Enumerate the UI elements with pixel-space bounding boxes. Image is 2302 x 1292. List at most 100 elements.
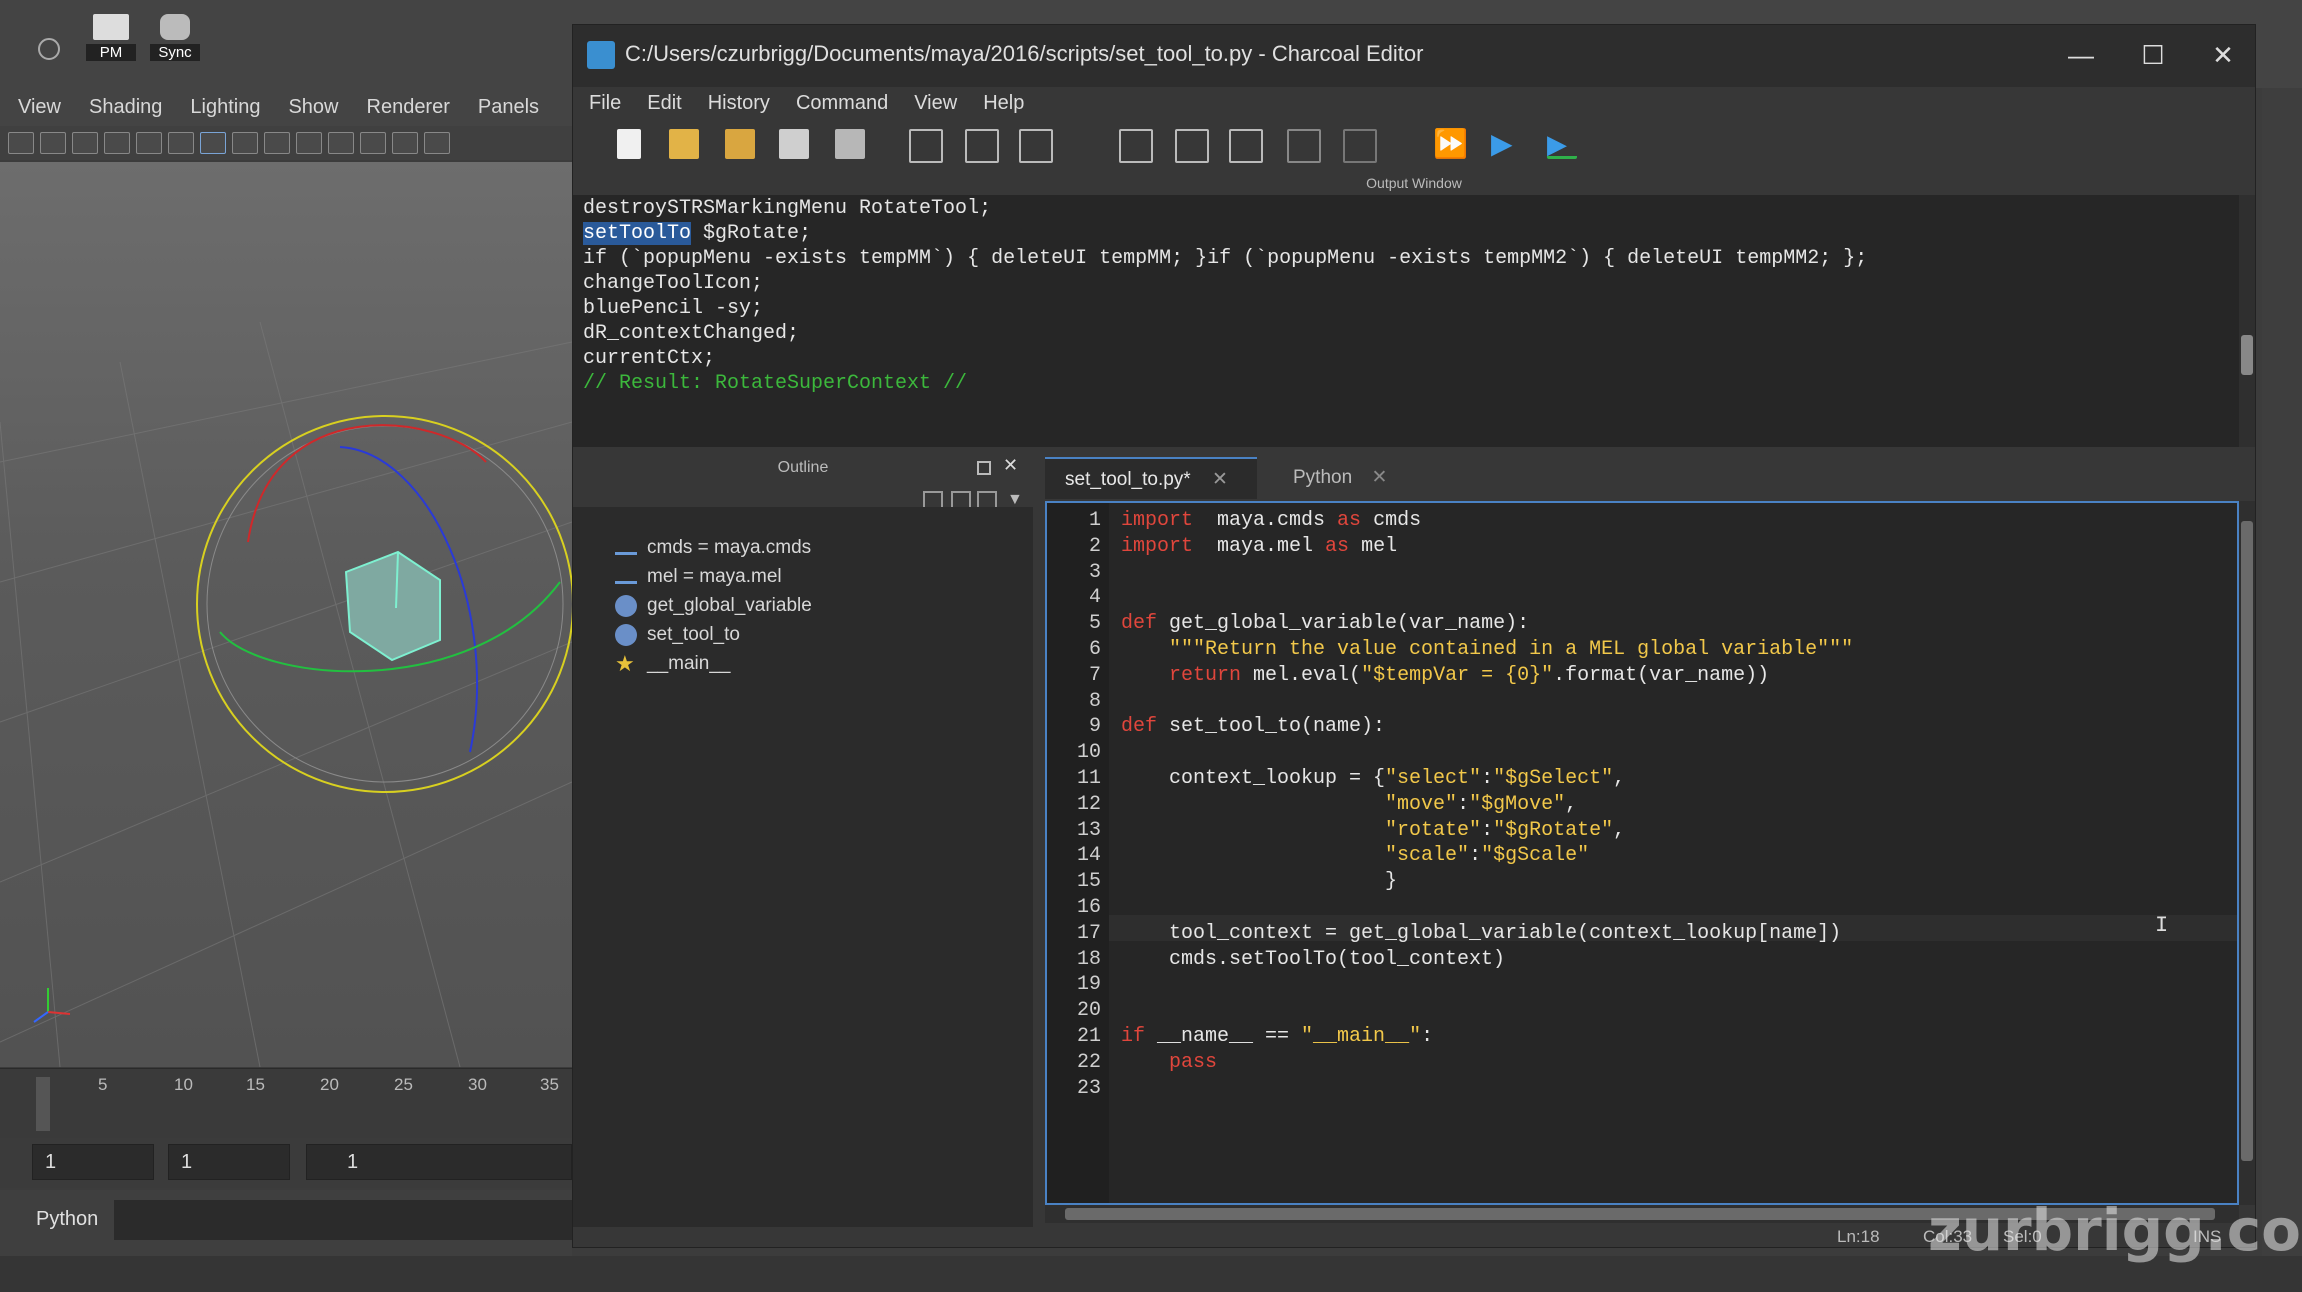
settings-icon[interactable] [38, 38, 60, 60]
code-line: context_lookup = {"select":"$gSelect", [1121, 767, 1625, 790]
menu-view[interactable]: View [18, 96, 61, 119]
film-gate-icon[interactable] [232, 132, 258, 154]
outline-item-label: __main__ [647, 653, 731, 674]
code-line: import maya.mel as mel [1121, 535, 1397, 558]
outline-item-label: set_tool_to [647, 624, 740, 645]
start-time-field[interactable]: 1 [32, 1144, 154, 1180]
outline-item[interactable]: set_tool_to [615, 624, 740, 646]
layout-output-only-icon[interactable] [1119, 129, 1153, 163]
output-window[interactable]: destroySTRSMarkingMenu RotateTool; setTo… [573, 195, 2239, 447]
line-number-gutter: 1 2 3 4 5 6 7 8 9 10 11 12 13 14 15 16 17 18 19 20 21 22 23 [1047, 503, 1109, 1203]
menu-shading[interactable]: Shading [89, 96, 162, 119]
safe-action-icon[interactable] [360, 132, 386, 154]
gate-mask-icon[interactable] [296, 132, 322, 154]
line-number: 18 [1076, 947, 1101, 971]
outline-item[interactable]: get_global_variable [615, 595, 812, 617]
camera-icon[interactable] [8, 132, 34, 154]
line-number: 12 [1076, 792, 1101, 816]
maximize-button[interactable]: ☐ [2125, 35, 2181, 75]
execute-line-icon[interactable]: ▶ [1547, 129, 1577, 159]
save-all-icon[interactable] [835, 129, 865, 159]
code-editor[interactable]: 1 2 3 4 5 6 7 8 9 10 11 12 13 14 15 16 17 18 19 20 21 22 23 im… [1045, 501, 2239, 1205]
menu-renderer[interactable]: Renderer [367, 96, 450, 119]
tick-15: 15 [246, 1075, 265, 1094]
time-slider[interactable]: 1 5 10 15 20 25 30 35 [0, 1068, 572, 1139]
outline-panel: cmds = maya.cmds mel = maya.mel get_glob… [573, 507, 1033, 1227]
outline-item[interactable]: ★ __main__ [615, 653, 730, 675]
grease-pencil-icon[interactable] [168, 132, 194, 154]
menu-command[interactable]: Command [796, 92, 888, 115]
layout-split-icon[interactable] [1175, 129, 1209, 163]
safe-title-icon[interactable] [392, 132, 418, 154]
menu-show[interactable]: Show [288, 96, 338, 119]
tab-python[interactable]: Python ✕ [1271, 457, 1401, 499]
output-scroll-thumb[interactable] [2241, 335, 2253, 375]
bookmark-icon[interactable] [72, 132, 98, 154]
code-line: """Return the value contained in a MEL g… [1121, 638, 1853, 661]
menu-view[interactable]: View [914, 92, 957, 115]
outline-close-icon[interactable]: ✕ [1003, 455, 1018, 476]
keyword-token: as [1337, 509, 1362, 532]
menu-lighting[interactable]: Lighting [190, 96, 260, 119]
minimize-button[interactable]: — [2053, 35, 2109, 75]
maya-panel-toolbar [0, 126, 574, 160]
wireframe-icon[interactable] [424, 132, 450, 154]
tab-close-icon[interactable]: ✕ [1212, 469, 1228, 490]
grid-icon[interactable] [200, 132, 226, 154]
save-icon[interactable] [779, 129, 809, 159]
menu-panels[interactable]: Panels [478, 96, 539, 119]
maya-viewport[interactable] [0, 162, 572, 1067]
tab-set-tool-to[interactable]: set_tool_to.py* ✕ [1045, 457, 1257, 499]
image-plane-icon[interactable] [104, 132, 130, 154]
cmdline-language-label[interactable]: Python [36, 1208, 98, 1231]
clear-output-icon[interactable] [909, 129, 943, 163]
menu-file[interactable]: File [589, 92, 621, 115]
line-number: 11 [1076, 767, 1101, 790]
menu-edit[interactable]: Edit [647, 92, 681, 115]
camera-attr-icon[interactable] [40, 132, 66, 154]
code-vscroll-thumb[interactable] [2241, 521, 2253, 1161]
clear-all-icon[interactable] [1019, 129, 1053, 163]
outline-float-icon[interactable] [977, 461, 991, 475]
pm-shelf-button[interactable]: PM [86, 14, 136, 70]
execute-selected-icon[interactable]: ▶ [1491, 129, 1521, 159]
menu-history[interactable]: History [708, 92, 770, 115]
current-frame-marker[interactable] [36, 1077, 50, 1131]
watermark: zurbrigg.com [1928, 1196, 2302, 1264]
show-outline-icon[interactable] [1287, 129, 1321, 163]
outline-item[interactable]: cmds = maya.cmds [615, 537, 811, 559]
code-vertical-scrollbar[interactable] [2239, 501, 2255, 1205]
code-line: "rotate":"$gRotate", [1121, 819, 1625, 842]
new-file-icon[interactable] [617, 129, 641, 159]
line-number: 4 [1088, 586, 1101, 610]
keyword-token: pass [1169, 1050, 1218, 1074]
execute-all-icon[interactable]: ⏩ [1433, 129, 1468, 159]
close-button[interactable]: ✕ [2195, 35, 2251, 75]
layout-input-only-icon[interactable] [1229, 129, 1263, 163]
maya-panel-menubar: View Shading Lighting Show Renderer Pane… [0, 88, 574, 126]
outline-item-label: mel = maya.mel [647, 566, 782, 587]
open-recent-icon[interactable] [725, 129, 755, 159]
tick-25: 25 [394, 1075, 413, 1094]
keyword-token: as [1325, 534, 1350, 558]
output-scrollbar[interactable] [2239, 195, 2255, 447]
2d-pan-icon[interactable] [136, 132, 162, 154]
code-token: : [1457, 792, 1470, 816]
swap-panels-icon[interactable] [1343, 129, 1377, 163]
title-bar[interactable]: C:/Users/czurbrigg/Documents/maya/2016/s… [573, 25, 2255, 87]
field-chart-icon[interactable] [328, 132, 354, 154]
range-bar[interactable]: 1 [306, 1144, 572, 1180]
status-line: Ln:18 [1837, 1227, 1880, 1246]
outline-item[interactable]: mel = maya.mel [615, 566, 782, 588]
resolution-gate-icon[interactable] [264, 132, 290, 154]
cmdline-input[interactable] [114, 1200, 572, 1240]
clear-input-icon[interactable] [965, 129, 999, 163]
menu-help[interactable]: Help [983, 92, 1024, 115]
range-start-field[interactable]: 1 [168, 1144, 290, 1180]
code-line: } [1121, 870, 1397, 893]
sync-shelf-button[interactable]: Sync [150, 14, 200, 70]
open-folder-icon[interactable] [669, 129, 699, 159]
line-number: 20 [1076, 999, 1101, 1023]
tab-close-icon[interactable]: ✕ [1371, 467, 1387, 488]
